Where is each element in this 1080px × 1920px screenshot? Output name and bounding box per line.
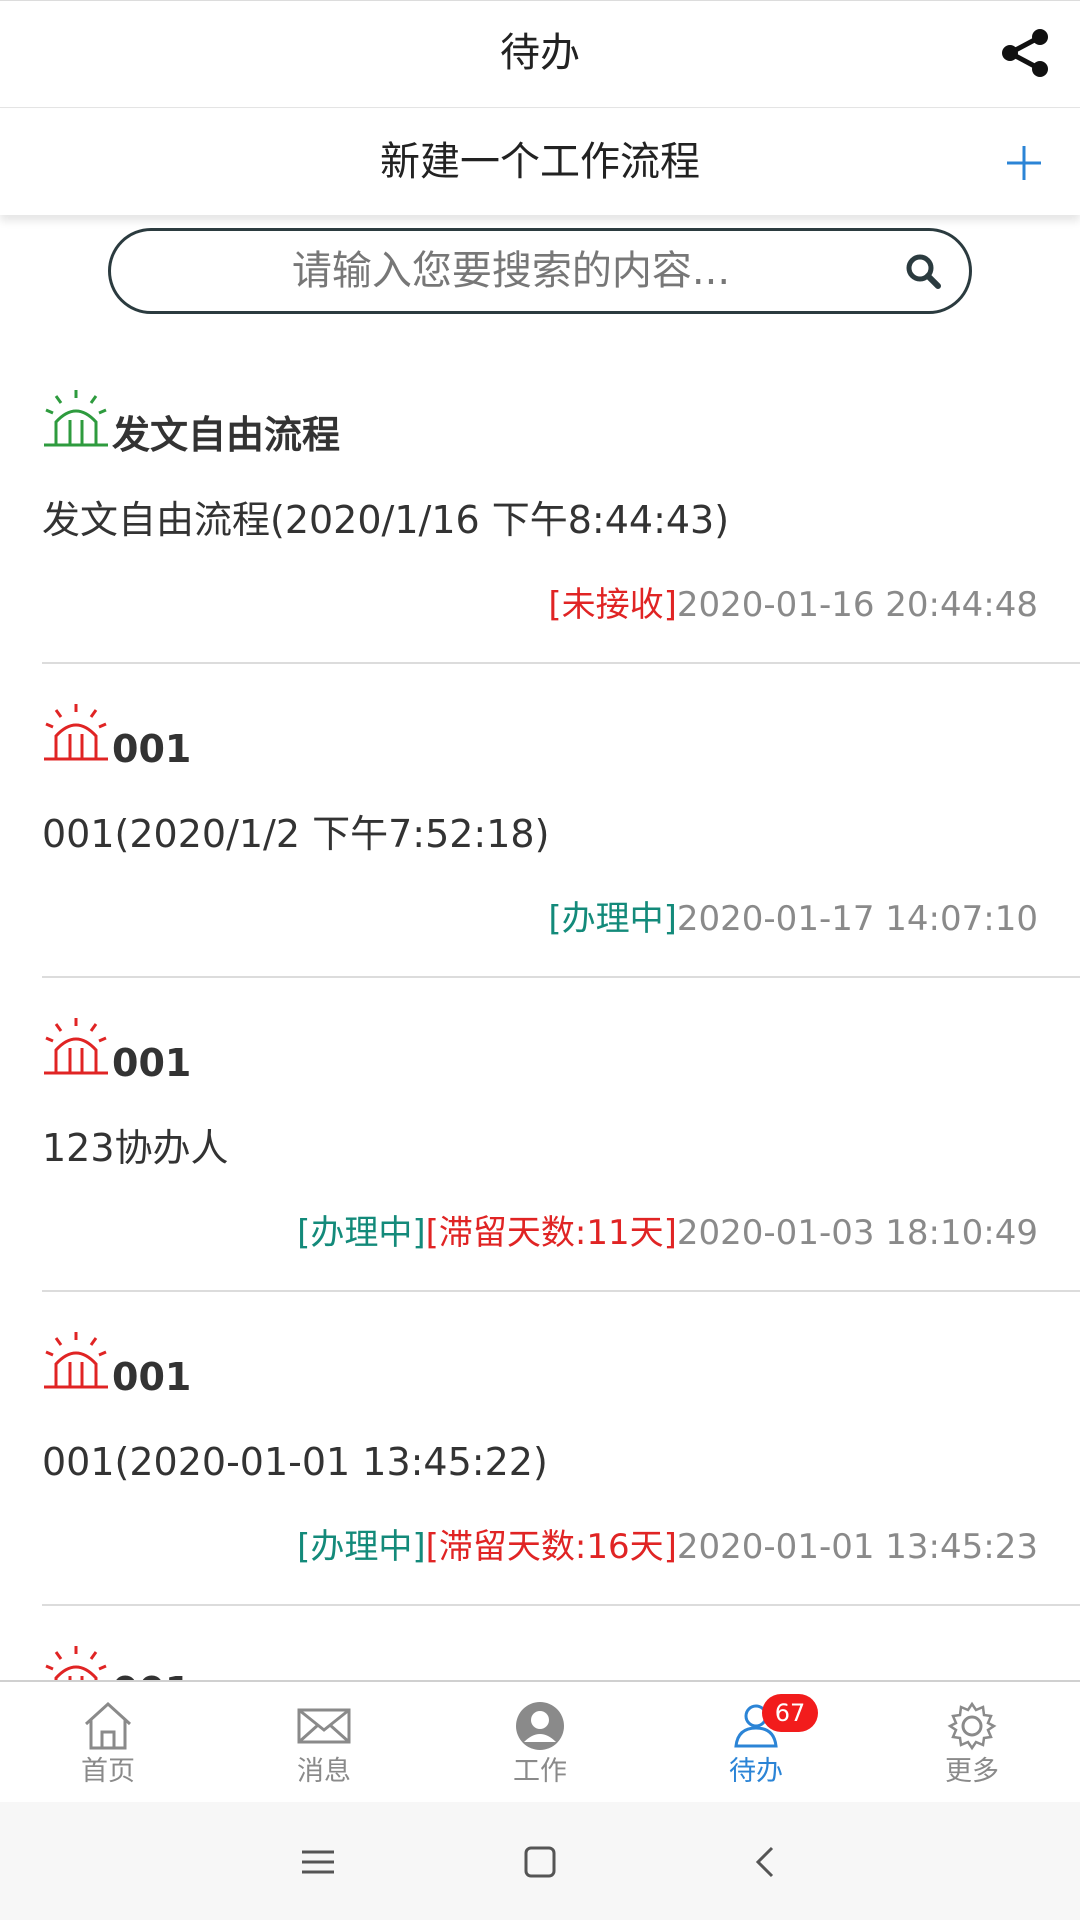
tab-messages[interactable]: 消息 bbox=[216, 1682, 432, 1802]
tab-label-more: 更多 bbox=[945, 1756, 999, 1787]
list-item[interactable]: 001 001(2020/1/2 下午7:52:18) [办理中]2020-01… bbox=[42, 664, 1080, 978]
tab-label-todo: 待办 bbox=[729, 1756, 783, 1787]
bottom-tab-bar: 首页 消息 工作 67 待办 更多 bbox=[0, 1680, 1080, 1802]
system-nav-bar bbox=[0, 1802, 1080, 1920]
item-meta: [未接收]2020-01-16 20:44:48 bbox=[548, 582, 1038, 628]
status-badge: [未接收] bbox=[548, 585, 677, 625]
item-title: 001 bbox=[112, 727, 192, 771]
list-item[interactable]: 001 bbox=[42, 1606, 1080, 1680]
home-icon bbox=[84, 1701, 132, 1750]
item-meta: [办理中][滞留天数:11天]2020-01-03 18:10:49 bbox=[297, 1210, 1038, 1256]
alarm-red-icon bbox=[45, 1646, 107, 1680]
back-icon[interactable] bbox=[744, 1840, 788, 1884]
tab-home[interactable]: 首页 bbox=[0, 1682, 216, 1802]
gear-icon bbox=[947, 1701, 997, 1751]
item-meta: [办理中][滞留天数:16天]2020-01-01 13:45:23 bbox=[297, 1524, 1038, 1570]
tab-label-messages: 消息 bbox=[297, 1756, 351, 1787]
search-box bbox=[108, 228, 972, 314]
new-workflow-bar[interactable]: 新建一个工作流程 bbox=[0, 109, 1080, 215]
list-item[interactable]: 001 123协办人 [办理中][滞留天数:11天]2020-01-03 18:… bbox=[42, 978, 1080, 1292]
item-timestamp: 2020-01-03 18:10:49 bbox=[676, 1213, 1038, 1253]
alarm-green-icon bbox=[44, 390, 108, 447]
mail-icon bbox=[297, 1708, 351, 1744]
status-badge: [办理中] bbox=[548, 899, 677, 939]
item-timestamp: 2020-01-01 13:45:23 bbox=[676, 1527, 1038, 1567]
todo-count-badge: 67 bbox=[762, 1694, 818, 1732]
person-circle-icon bbox=[516, 1702, 564, 1750]
alarm-red-icon bbox=[44, 704, 108, 761]
list-item[interactable]: 001 001(2020-01-01 13:45:22) [办理中][滞留天数:… bbox=[42, 1292, 1080, 1606]
tab-more[interactable]: 更多 bbox=[864, 1682, 1080, 1802]
status-badge: [办理中] bbox=[297, 1527, 426, 1567]
list-item[interactable]: 发文自由流程 发文自由流程(2020/1/16 下午8:44:43) [未接收]… bbox=[42, 350, 1080, 664]
tab-label-home: 首页 bbox=[81, 1756, 135, 1787]
item-title: 001 bbox=[112, 1355, 192, 1399]
plus-icon[interactable] bbox=[1004, 143, 1044, 183]
item-title: 001 bbox=[112, 1666, 191, 1680]
home-square-icon[interactable] bbox=[518, 1840, 562, 1884]
search-icon[interactable] bbox=[903, 251, 943, 291]
tab-label-work: 工作 bbox=[513, 1756, 567, 1787]
menu-icon[interactable] bbox=[296, 1840, 340, 1884]
item-title: 发文自由流程 bbox=[112, 413, 341, 457]
page-title: 待办 bbox=[500, 30, 580, 76]
top-bar: 待办 bbox=[0, 0, 1080, 108]
alarm-red-icon bbox=[44, 1018, 108, 1075]
status-badge: [办理中] bbox=[297, 1213, 426, 1253]
item-meta: [办理中]2020-01-17 14:07:10 bbox=[548, 896, 1038, 942]
item-timestamp: 2020-01-17 14:07:10 bbox=[676, 899, 1038, 939]
item-subtitle: 001(2020-01-01 13:45:22) bbox=[42, 1440, 548, 1484]
new-workflow-label: 新建一个工作流程 bbox=[380, 139, 700, 185]
item-subtitle: 发文自由流程(2020/1/16 下午8:44:43) bbox=[42, 498, 730, 542]
share-icon[interactable] bbox=[996, 23, 1056, 83]
item-title: 001 bbox=[112, 1041, 192, 1085]
tab-todo[interactable]: 67 待办 bbox=[648, 1682, 864, 1802]
delay-badge: [滞留天数:16天] bbox=[425, 1527, 677, 1567]
alarm-red-icon bbox=[44, 1332, 108, 1389]
search-input[interactable] bbox=[151, 231, 871, 311]
item-subtitle: 123协办人 bbox=[42, 1126, 229, 1170]
item-subtitle: 001(2020/1/2 下午7:52:18) bbox=[42, 812, 550, 856]
todo-list: 发文自由流程 发文自由流程(2020/1/16 下午8:44:43) [未接收]… bbox=[0, 350, 1080, 1680]
item-timestamp: 2020-01-16 20:44:48 bbox=[676, 585, 1038, 625]
delay-badge: [滞留天数:11天] bbox=[425, 1213, 677, 1253]
tab-work[interactable]: 工作 bbox=[432, 1682, 648, 1802]
